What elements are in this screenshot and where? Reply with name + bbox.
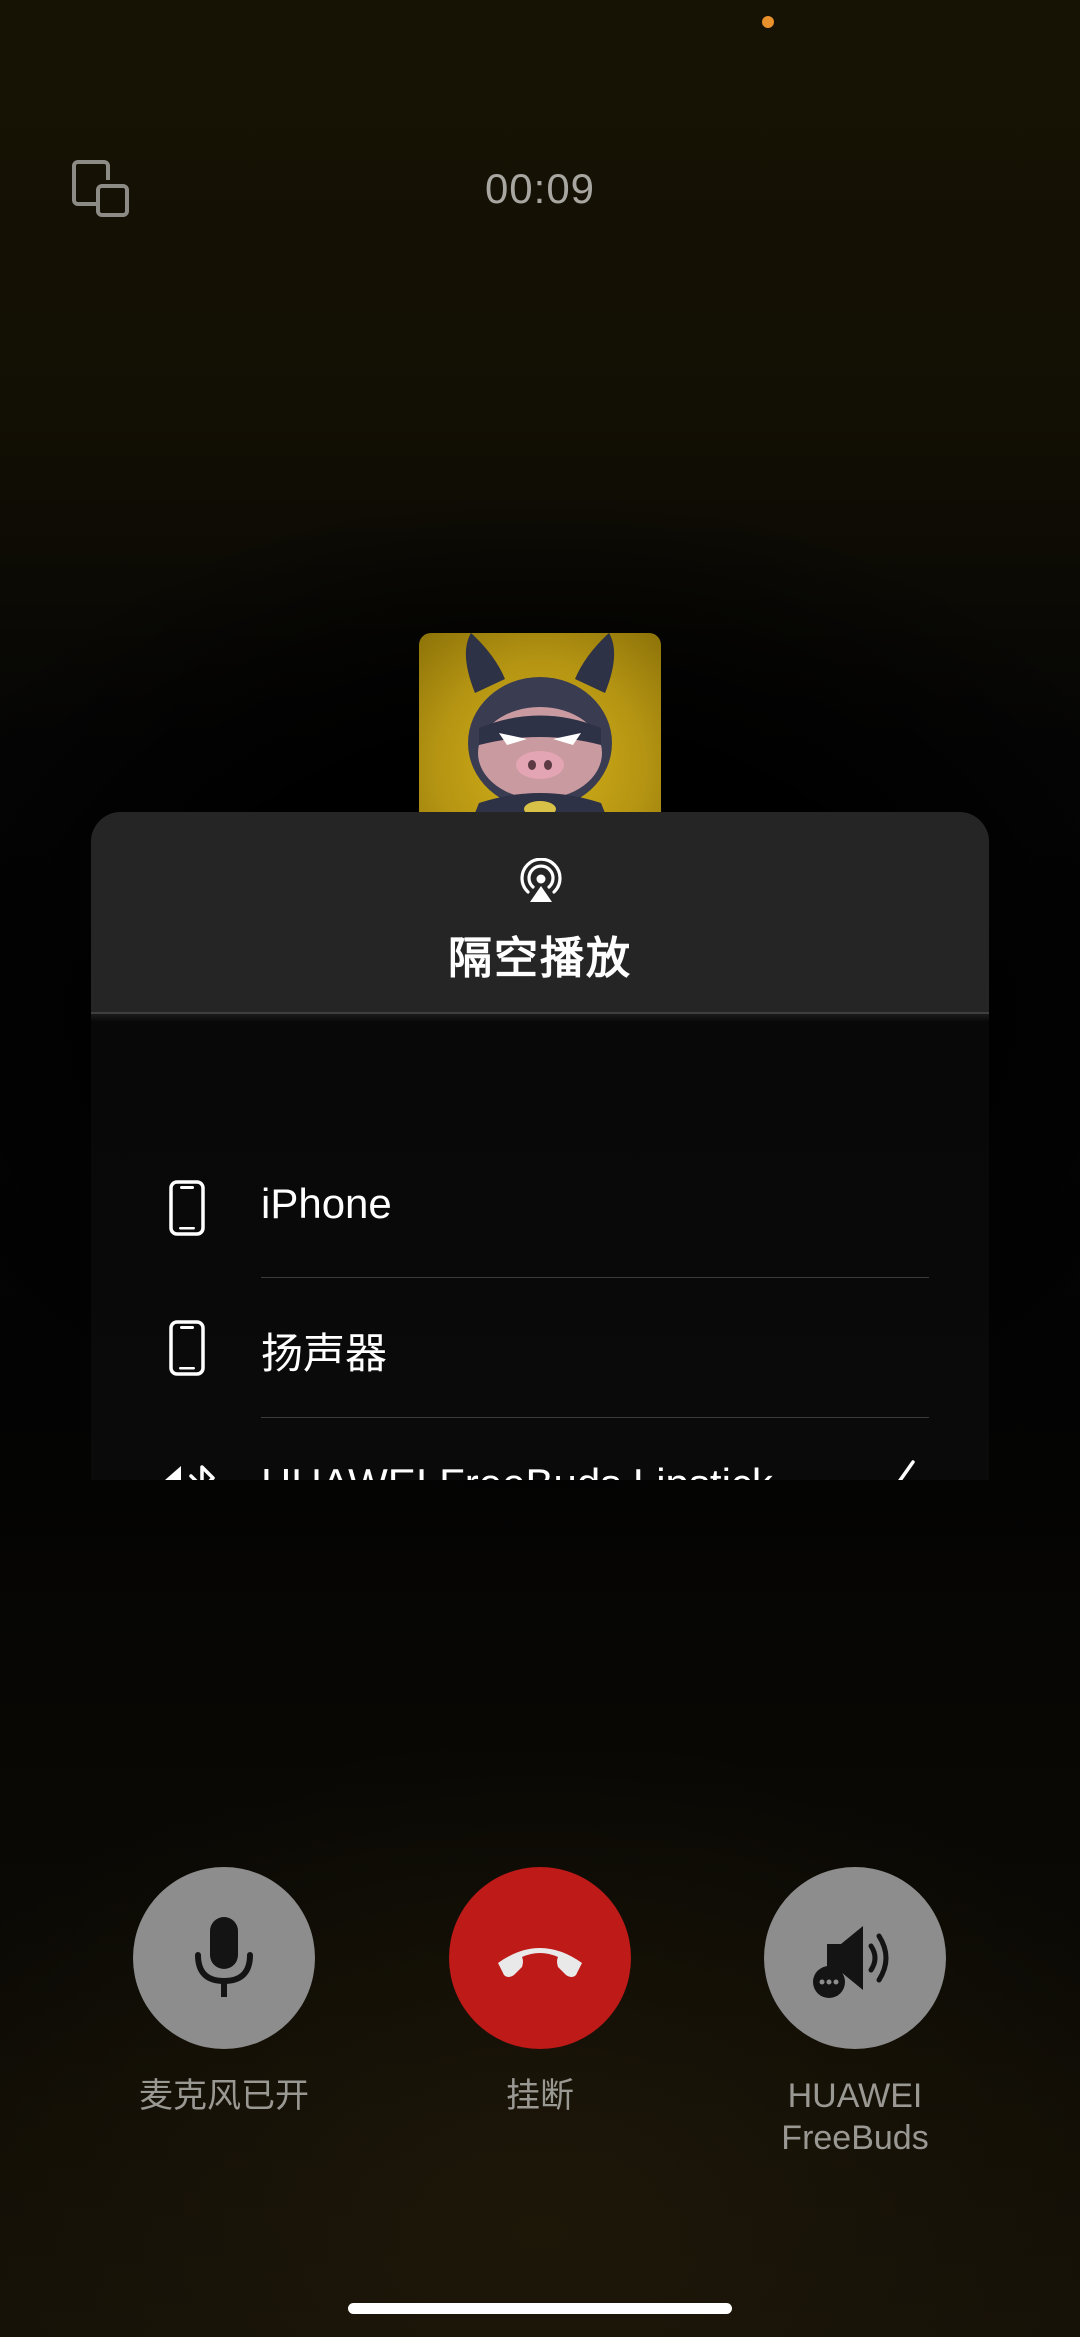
recording-indicator-dot [762, 16, 774, 28]
audio-route-button[interactable] [764, 1867, 946, 2049]
iphone-icon [151, 1318, 223, 1378]
phone-hangup-icon [498, 1948, 582, 1977]
output-option-speaker[interactable]: 扬声器 [91, 1278, 989, 1418]
sheet-title: 隔空播放 [448, 934, 632, 983]
mute-button[interactable] [133, 1867, 315, 2049]
hang-up-label: 挂断 [506, 2077, 574, 2115]
airplay-icon [518, 857, 564, 904]
iphone-icon [151, 1178, 223, 1238]
checkmark-icon [871, 1456, 919, 1480]
option-label: 扬声器 [261, 1330, 388, 1377]
call-timer: 00:09 [484, 165, 596, 212]
speaker-options-icon [813, 1926, 889, 1998]
contact-avatar [419, 633, 661, 823]
audio-route-label: HUAWEI FreeBuds [705, 2075, 1005, 2159]
audio-route-label-line1: HUAWEI [787, 2077, 923, 2115]
sheet-divider [91, 1012, 989, 1014]
microphone-icon [195, 1917, 253, 1997]
audio-route-label-line2: FreeBuds [781, 2119, 929, 2157]
airplay-output-sheet: 隔空播放 iPhone 扬声器 [91, 812, 989, 1480]
hang-up-button[interactable] [449, 1867, 631, 2049]
output-option-freebuds[interactable]: HUAWEI FreeBuds Lipstick [91, 1418, 989, 1480]
output-option-iphone[interactable]: iPhone [91, 1138, 989, 1278]
option-label: HUAWEI FreeBuds Lipstick [261, 1460, 773, 1480]
home-indicator[interactable] [348, 2303, 732, 2314]
mute-label: 麦克风已开 [139, 2077, 309, 2115]
speaker-bluetooth-icon [151, 1458, 223, 1480]
option-label: iPhone [261, 1180, 392, 1227]
